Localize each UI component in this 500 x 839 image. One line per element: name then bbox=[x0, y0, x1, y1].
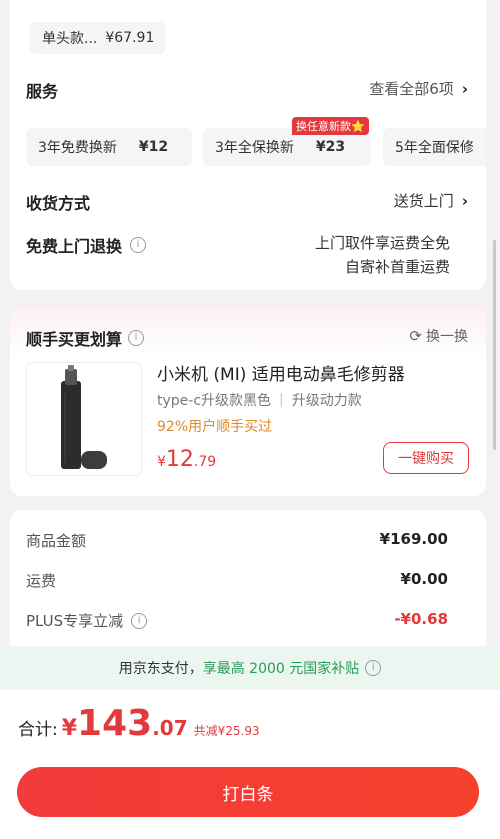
scrollbar[interactable] bbox=[493, 240, 496, 450]
chevron-right-icon: › bbox=[461, 191, 468, 210]
product-name[interactable]: 小米机 (MI) 适用电动鼻毛修剪器 bbox=[157, 360, 405, 385]
buy-rate: 92%用户顺手买过 bbox=[157, 419, 273, 435]
recommend-title-text: 顺手买更划算 bbox=[26, 330, 123, 349]
product-price: ¥ 12 .79 bbox=[157, 447, 216, 472]
refresh-icon: ⟳ bbox=[409, 327, 422, 345]
recommend-title: 顺手买更划算 i bbox=[26, 326, 145, 350]
service-option-name: 5年全面保修 bbox=[395, 140, 474, 156]
new-model-badge: 换任意新款⭐ bbox=[292, 117, 369, 135]
trimmer-image bbox=[61, 365, 107, 469]
price-label-plus: PLUS专享立减 i bbox=[26, 610, 148, 631]
pay-button[interactable]: 打白条 bbox=[17, 767, 479, 817]
service-view-all-label: 查看全部6项 bbox=[369, 80, 454, 98]
refresh-button[interactable]: ⟳ 换一换 bbox=[409, 326, 468, 346]
price-int: 12 bbox=[165, 447, 194, 472]
service-option-3[interactable]: 5年全面保修 bbox=[383, 128, 486, 166]
free-return-line2: 自寄补首重运费 bbox=[344, 258, 450, 276]
service-option-name: 3年免费换新 bbox=[38, 140, 117, 156]
chevron-right-icon: › bbox=[461, 79, 468, 98]
info-icon[interactable]: i bbox=[365, 660, 382, 676]
total-amount: 合计: ¥ 143 .07 共减¥25.93 bbox=[18, 703, 260, 744]
product-spec-1: type-c升级款黑色 bbox=[157, 393, 272, 409]
product-spec-2: 升级动力款 bbox=[291, 393, 362, 409]
service-option-price: ¥12 bbox=[138, 139, 169, 155]
subsidy-prefix: 用京东支付， bbox=[118, 661, 203, 677]
free-return-label: 免费上门退换 i bbox=[26, 233, 147, 257]
delivery-method[interactable]: 送货上门 › bbox=[394, 190, 468, 211]
service-view-all[interactable]: 查看全部6项 › bbox=[369, 78, 468, 99]
variant-chip[interactable]: 单头款... ¥67.91 bbox=[30, 22, 167, 54]
price-label-goods: 商品金额 bbox=[26, 532, 87, 550]
free-return-line1: 上门取件享运费全免 bbox=[314, 234, 450, 252]
product-spec: type-c升级款黑色 | 升级动力款 bbox=[157, 390, 362, 410]
service-title: 服务 bbox=[26, 82, 59, 101]
total-dec: .07 bbox=[152, 716, 188, 740]
spec-divider: | bbox=[279, 392, 284, 408]
info-icon[interactable]: i bbox=[130, 237, 147, 253]
total-label: 合计: bbox=[18, 720, 58, 740]
info-icon[interactable]: i bbox=[128, 330, 145, 346]
price-value-plus: -¥0.68 bbox=[394, 610, 448, 628]
price-value-shipping: ¥0.00 bbox=[400, 570, 448, 588]
info-icon[interactable]: i bbox=[131, 612, 148, 629]
delivery-label: 收货方式 bbox=[26, 194, 91, 213]
free-return-text: 免费上门退换 bbox=[26, 237, 123, 256]
delivery-value: 送货上门 bbox=[393, 192, 454, 210]
service-option-name: 3年全保换新 bbox=[215, 140, 294, 156]
plus-label-text: PLUS专享立减 bbox=[26, 612, 124, 630]
variant-label: 单头款... bbox=[42, 31, 98, 47]
price-dec: .79 bbox=[193, 454, 217, 470]
one-click-buy-button[interactable]: 一键购买 bbox=[383, 442, 469, 474]
price-value-goods: ¥169.00 bbox=[379, 530, 448, 548]
subsidy-highlight: 享最高 2000 元国家补贴 bbox=[202, 661, 360, 677]
variant-price: ¥67.91 bbox=[105, 30, 155, 46]
price-symbol: ¥ bbox=[157, 454, 166, 470]
subsidy-banner[interactable]: 用京东支付， 享最高 2000 元国家补贴 i bbox=[0, 646, 500, 690]
price-label-shipping: 运费 bbox=[26, 572, 57, 590]
service-option-1[interactable]: 3年免费换新 ¥12 bbox=[26, 128, 192, 166]
total-saved[interactable]: 共减¥25.93 bbox=[194, 722, 260, 739]
product-image[interactable] bbox=[26, 362, 142, 476]
total-int: 143 bbox=[77, 703, 153, 744]
refresh-label: 换一换 bbox=[426, 329, 468, 345]
total-currency: ¥ bbox=[61, 716, 78, 741]
service-option-price: ¥23 bbox=[315, 139, 346, 155]
